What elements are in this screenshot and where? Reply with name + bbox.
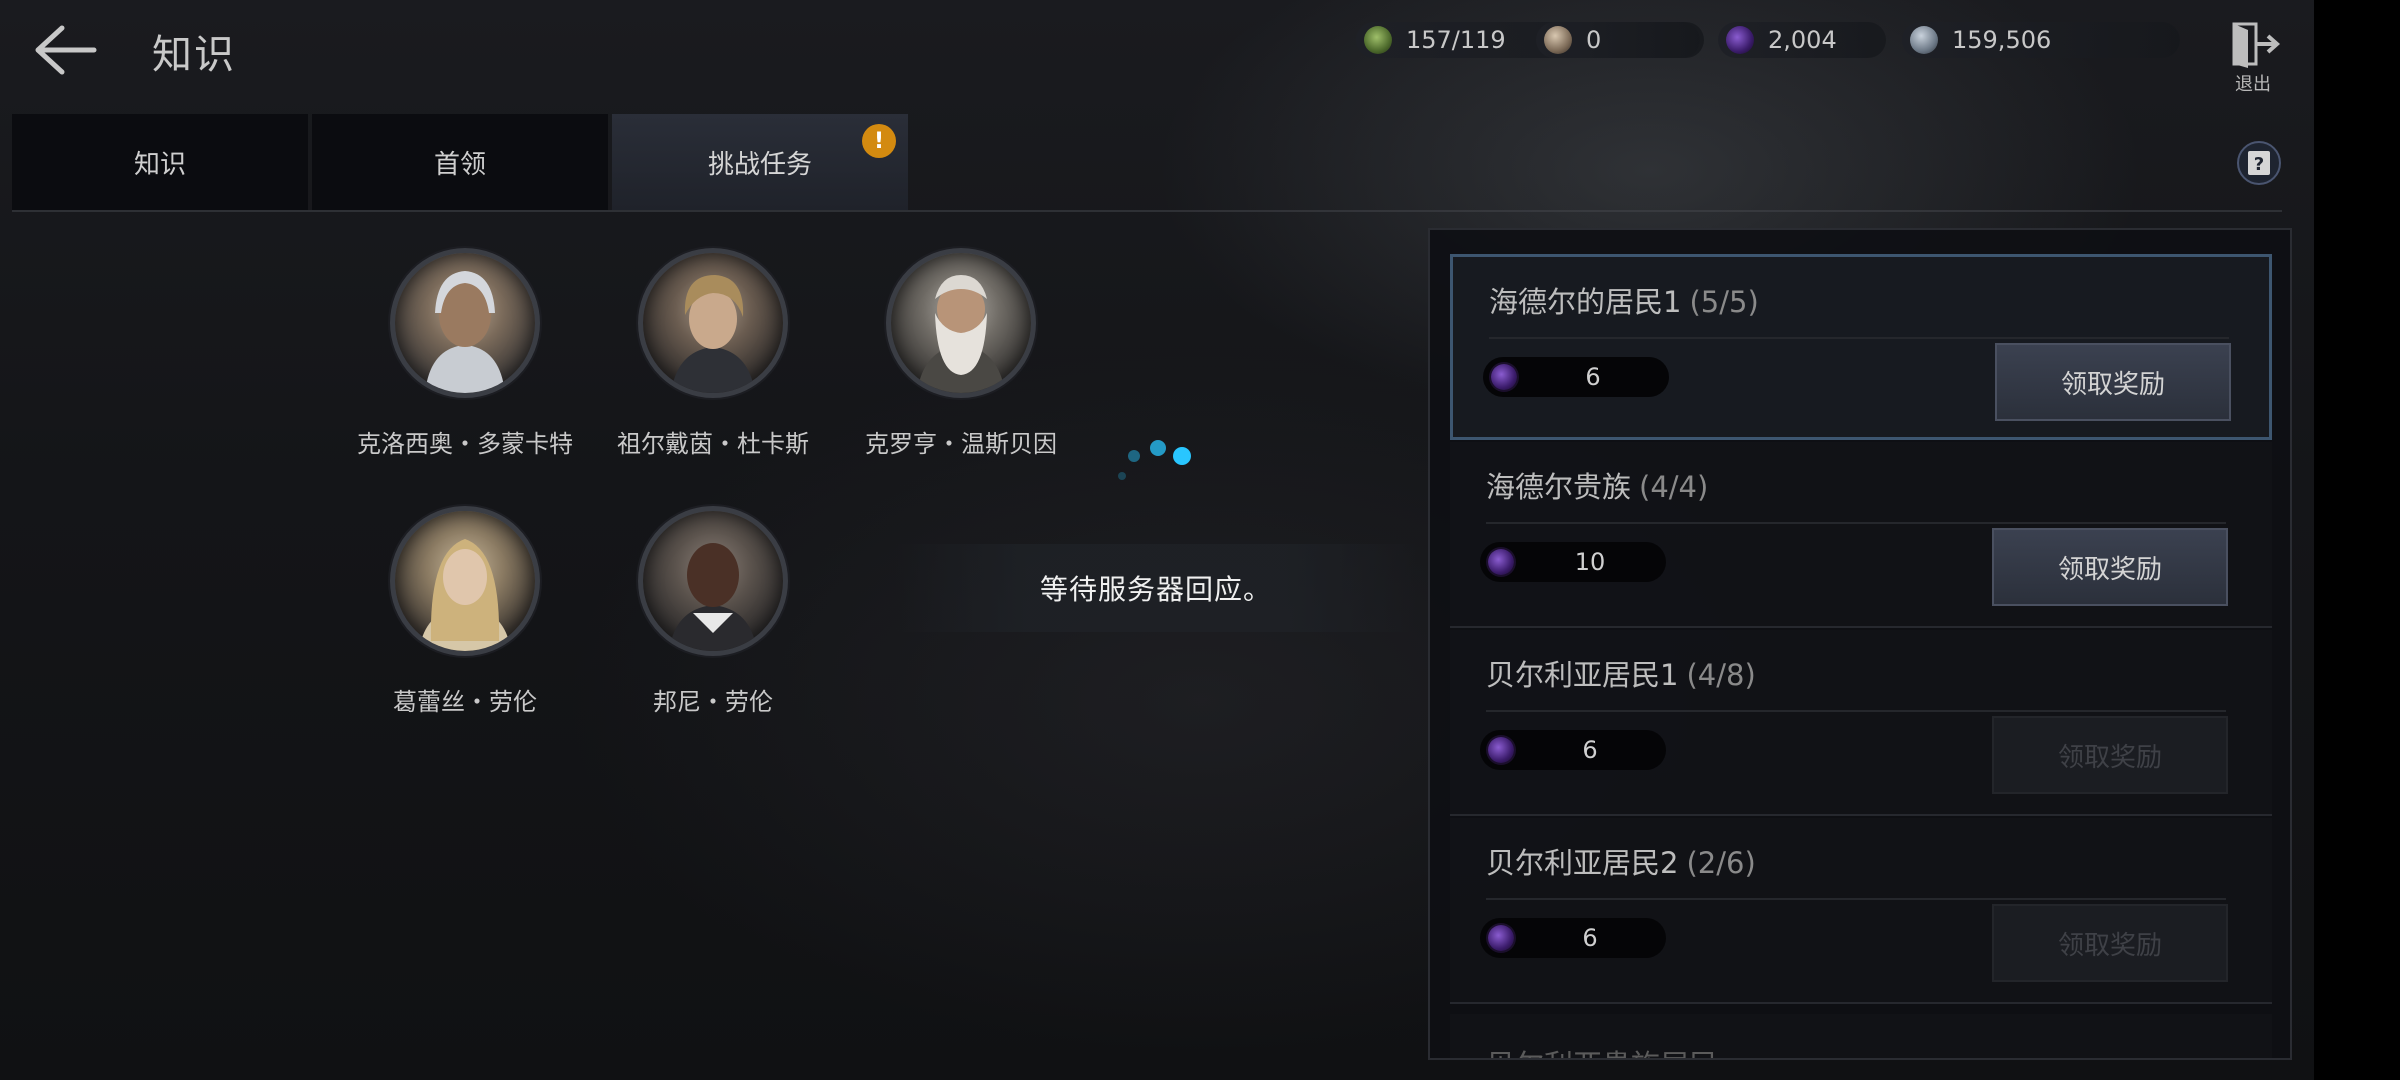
quest-reward-value: 6 <box>1582 924 1598 952</box>
quest-name: 海德尔的居民1 <box>1489 285 1682 319</box>
character-portrait <box>886 248 1036 398</box>
quest-divider <box>1486 522 2226 524</box>
currency-stone: 0 <box>1536 22 1704 58</box>
quest-progress: (2/6) <box>1686 846 1756 880</box>
character-card[interactable]: 克洛西奥・多蒙卡特 <box>345 248 585 478</box>
tab-boss[interactable]: 首领 <box>312 114 608 210</box>
quest-reward: 6 <box>1480 730 1666 770</box>
quest-name: 海德尔贵族 <box>1486 470 1632 504</box>
quest-divider <box>1489 337 2229 339</box>
tab-divider <box>12 210 2282 212</box>
stone-orb-icon <box>1544 26 1572 54</box>
purple-orb-icon <box>1488 549 1514 575</box>
quest-reward: 10 <box>1480 542 1666 582</box>
quest-title: 海德尔贵族 (4/4) <box>1486 464 1708 506</box>
character-portrait <box>390 248 540 398</box>
back-arrow-icon[interactable] <box>28 20 104 80</box>
silver-coin-icon <box>1910 26 1938 54</box>
woman-portrait-icon <box>419 539 511 651</box>
currency-energy-value: 157/119 <box>1406 26 1506 54</box>
green-gem-icon <box>1364 26 1392 54</box>
youth-portrait-icon <box>671 275 755 393</box>
character-card[interactable]: 克罗亨・温斯贝因 <box>841 248 1081 478</box>
tab-challenge-quests[interactable]: 挑战任务 <box>612 114 908 210</box>
character-card[interactable]: 葛蕾丝・劳伦 <box>345 506 585 736</box>
tab-challenge-quests-label: 挑战任务 <box>707 149 812 180</box>
loading-spinner <box>1110 434 1200 494</box>
quest-divider <box>1486 710 2226 712</box>
quest-divider <box>1486 898 2226 900</box>
quest-title: 海德尔的居民1 (5/5) <box>1489 279 1759 321</box>
quest-progress: (5/5) <box>1689 285 1759 319</box>
tab-knowledge-label: 知识 <box>133 149 186 180</box>
quest-name: 贝尔利亚居民1 <box>1486 658 1679 692</box>
purple-orb-icon <box>1488 737 1514 763</box>
quest-reward: 6 <box>1480 918 1666 958</box>
quest-item-partial[interactable]: 贝尔利亚贵族居民 <box>1450 1014 2272 1058</box>
currency-purple-orb: 2,004 <box>1718 22 1886 58</box>
character-name: 邦尼・劳伦 <box>653 688 773 716</box>
tab-boss-label: 首领 <box>433 149 486 180</box>
claim-reward-button[interactable]: 领取奖励 <box>1992 716 2228 794</box>
character-portrait <box>638 248 788 398</box>
quest-title: 贝尔利亚居民2 (2/6) <box>1486 840 1756 882</box>
knight-portrait-icon <box>425 271 505 393</box>
currency-silver-value: 159,506 <box>1952 26 2052 54</box>
loading-message: 等待服务器回应。 <box>896 544 1416 632</box>
challenge-quest-list[interactable]: 海德尔的居民1 (5/5) 6 领取奖励 海德尔贵族 (4/4) 10 领取奖励… <box>1428 228 2292 1060</box>
exit-button[interactable]: 退出 <box>2222 20 2284 95</box>
claim-reward-button[interactable]: 领取奖励 <box>1995 343 2231 421</box>
quest-item[interactable]: 贝尔利亚居民1 (4/8) 6 领取奖励 <box>1450 630 2272 816</box>
tab-knowledge[interactable]: 知识 <box>12 114 308 210</box>
page-title: 知识 <box>152 32 236 78</box>
currency-silver: 159,506 <box>1902 22 2180 58</box>
claim-reward-button[interactable]: 领取奖励 <box>1992 528 2228 606</box>
purple-orb-icon <box>1488 925 1514 951</box>
character-portrait <box>638 506 788 656</box>
quest-reward-value: 6 <box>1585 363 1601 391</box>
quest-progress: (4/4) <box>1639 470 1709 504</box>
exit-door-icon <box>2232 22 2281 68</box>
game-area: 知识 157/119 0 2,004 159,506 退出 知识 首领 挑战任务… <box>0 0 2314 1080</box>
currency-purple-orb-value: 2,004 <box>1768 26 1837 54</box>
character-card[interactable]: 邦尼・劳伦 <box>593 506 833 736</box>
character-portrait <box>390 506 540 656</box>
quest-item[interactable]: 海德尔的居民1 (5/5) 6 领取奖励 <box>1450 254 2272 440</box>
quest-item[interactable]: 海德尔贵族 (4/4) 10 领取奖励 <box>1450 442 2272 628</box>
quest-name: 贝尔利亚贵族居民 <box>1486 1042 1718 1058</box>
currency-stone-value: 0 <box>1586 26 1602 54</box>
quest-progress: (4/8) <box>1686 658 1756 692</box>
character-card[interactable]: 祖尔戴茵・杜卡斯 <box>593 248 833 478</box>
help-book-icon[interactable]: ? <box>2236 140 2282 186</box>
quest-reward-value: 10 <box>1574 548 1606 576</box>
quest-item[interactable]: 贝尔利亚居民2 (2/6) 6 领取奖励 <box>1450 818 2272 1004</box>
quest-reward: 6 <box>1483 357 1669 397</box>
purple-orb-icon <box>1726 26 1754 54</box>
exit-label: 退出 <box>2235 74 2271 95</box>
game-screen: 知识 157/119 0 2,004 159,506 退出 知识 首领 挑战任务… <box>0 0 2400 1080</box>
character-name: 克罗亨・温斯贝因 <box>865 430 1057 458</box>
claim-reward-button[interactable]: 领取奖励 <box>1992 904 2228 982</box>
right-edge-bar <box>2314 0 2400 1080</box>
quest-name: 贝尔利亚居民2 <box>1486 846 1679 880</box>
man-portrait-icon <box>669 543 757 651</box>
svg-text:?: ? <box>2254 154 2264 175</box>
alert-badge: ! <box>862 124 896 158</box>
purple-orb-icon <box>1491 364 1517 390</box>
quest-title: 贝尔利亚居民1 (4/8) <box>1486 652 1756 694</box>
old-dwarf-portrait-icon <box>917 275 1005 393</box>
quest-reward-value: 6 <box>1582 736 1598 764</box>
